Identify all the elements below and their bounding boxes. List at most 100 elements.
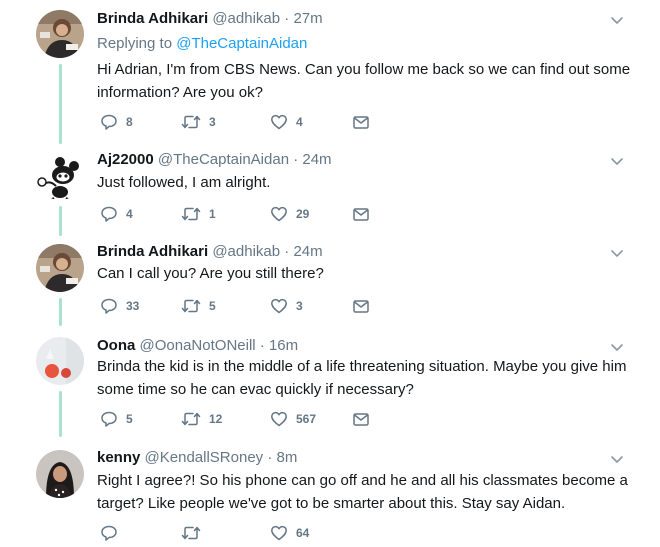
chevron-down-icon[interactable]: [609, 452, 625, 468]
profile-photo-icon: [36, 337, 84, 385]
avatar[interactable]: [36, 450, 84, 498]
retweet-button[interactable]: 5: [181, 296, 216, 316]
tweet[interactable]: kenny @KendallSRoney · 8m Right I agree?…: [0, 436, 660, 547]
tweet-text: Just followed, I am alright.: [97, 174, 271, 191]
timestamp[interactable]: 27m: [293, 10, 322, 27]
like-button[interactable]: 567: [270, 409, 316, 429]
retweet-count: 12: [209, 412, 223, 426]
reply-button[interactable]: [100, 523, 126, 543]
replying-to: Replying to @TheCaptainAidan: [97, 35, 307, 52]
tweet-header: Brinda Adhikari @adhikab · 24m: [97, 243, 323, 260]
heart-icon: [271, 525, 287, 541]
reply-icon: [101, 411, 117, 427]
reply-button[interactable]: 33: [100, 296, 139, 316]
separator-dot: ·: [284, 10, 290, 27]
profile-photo-icon: [36, 450, 84, 498]
like-button[interactable]: 64: [270, 523, 309, 543]
direct-message-button[interactable]: [352, 296, 370, 316]
reply-count: 5: [126, 412, 133, 426]
retweet-count: 3: [209, 115, 216, 129]
profile-photo-icon: [36, 10, 84, 58]
user-handle[interactable]: @KendallSRoney: [145, 449, 264, 466]
separator-dot: ·: [284, 243, 290, 260]
avatar[interactable]: [36, 152, 84, 200]
tweet-header: Oona @OonaNotONeill · 16m: [97, 337, 298, 354]
timestamp[interactable]: 24m: [293, 243, 322, 260]
retweet-button[interactable]: 12: [181, 409, 222, 429]
direct-message-button[interactable]: [352, 112, 370, 132]
like-button[interactable]: 4: [270, 112, 303, 132]
tweet-header: kenny @KendallSRoney · 8m: [97, 449, 297, 466]
user-handle[interactable]: @OonaNotONeill: [140, 337, 256, 354]
tweet-text: Brinda the kid is in the middle of a lif…: [97, 358, 627, 398]
retweet-button[interactable]: 1: [181, 204, 216, 224]
chevron-down-icon[interactable]: [609, 13, 625, 29]
avatar[interactable]: [36, 337, 84, 385]
heart-icon: [271, 298, 287, 314]
timestamp[interactable]: 16m: [269, 337, 298, 354]
retweet-count: 1: [209, 207, 216, 221]
retweet-button[interactable]: [181, 523, 209, 543]
timestamp[interactable]: 8m: [277, 449, 298, 466]
user-handle[interactable]: @adhikab: [212, 243, 280, 260]
avatar[interactable]: [36, 244, 84, 292]
like-button[interactable]: 3: [270, 296, 303, 316]
retweet-icon: [181, 207, 201, 221]
retweet-count: 5: [209, 299, 216, 313]
profile-photo-icon: [36, 244, 84, 292]
like-count: 29: [296, 207, 310, 221]
tweet-text: Can I call you? Are you still there?: [97, 265, 324, 282]
display-name[interactable]: kenny: [97, 449, 140, 466]
mention-link[interactable]: @TheCaptainAidan: [176, 35, 307, 52]
envelope-icon: [353, 208, 369, 221]
reply-button[interactable]: 5: [100, 409, 133, 429]
chevron-down-icon[interactable]: [609, 246, 625, 262]
avatar[interactable]: [36, 10, 84, 58]
tweet-text: Right I agree?! So his phone can go off …: [97, 472, 628, 512]
separator-dot: ·: [293, 151, 299, 168]
retweet-icon: [181, 115, 201, 129]
envelope-icon: [353, 413, 369, 426]
reply-count: 8: [126, 115, 133, 129]
tweet[interactable]: Brinda Adhikari @adhikab · 27m Replying …: [0, 0, 660, 140]
tweet-header: Aj22000 @TheCaptainAidan · 24m: [97, 151, 332, 168]
direct-message-button[interactable]: [352, 204, 370, 224]
tweet-text: Hi Adrian, I'm from CBS News. Can you fo…: [97, 61, 631, 101]
cartoon-avatar-icon: [36, 152, 84, 200]
timestamp[interactable]: 24m: [302, 151, 331, 168]
reply-icon: [101, 298, 117, 314]
tweet[interactable]: Brinda Adhikari @adhikab · 24m Can I cal…: [0, 232, 660, 326]
like-count: 4: [296, 115, 303, 129]
reply-button[interactable]: 4: [100, 204, 133, 224]
heart-icon: [271, 206, 287, 222]
reply-icon: [101, 525, 117, 541]
heart-icon: [271, 411, 287, 427]
envelope-icon: [353, 116, 369, 129]
heart-icon: [271, 114, 287, 130]
display-name[interactable]: Brinda Adhikari: [97, 243, 208, 260]
reply-icon: [101, 114, 117, 130]
like-button[interactable]: 29: [270, 204, 309, 224]
display-name[interactable]: Brinda Adhikari: [97, 10, 208, 27]
retweet-icon: [181, 299, 201, 313]
chevron-down-icon[interactable]: [609, 154, 625, 170]
user-handle[interactable]: @adhikab: [212, 10, 280, 27]
tweet-header: Brinda Adhikari @adhikab · 27m: [97, 10, 323, 27]
user-handle[interactable]: @TheCaptainAidan: [158, 151, 289, 168]
replying-to-label: Replying to: [97, 35, 177, 52]
display-name[interactable]: Aj22000: [97, 151, 154, 168]
reply-button[interactable]: 8: [100, 112, 133, 132]
separator-dot: ·: [259, 337, 265, 354]
tweet[interactable]: Aj22000 @TheCaptainAidan · 24m Just foll…: [0, 140, 660, 232]
display-name[interactable]: Oona: [97, 337, 135, 354]
direct-message-button[interactable]: [352, 409, 370, 429]
reply-count: 4: [126, 207, 133, 221]
tweet[interactable]: Oona @OonaNotONeill · 16m Brinda the kid…: [0, 326, 660, 436]
reply-icon: [101, 206, 117, 222]
like-count: 64: [296, 526, 310, 540]
retweet-icon: [181, 412, 201, 426]
reply-count: 33: [126, 299, 140, 313]
chevron-down-icon[interactable]: [609, 340, 625, 356]
like-count: 567: [296, 412, 317, 426]
retweet-button[interactable]: 3: [181, 112, 216, 132]
